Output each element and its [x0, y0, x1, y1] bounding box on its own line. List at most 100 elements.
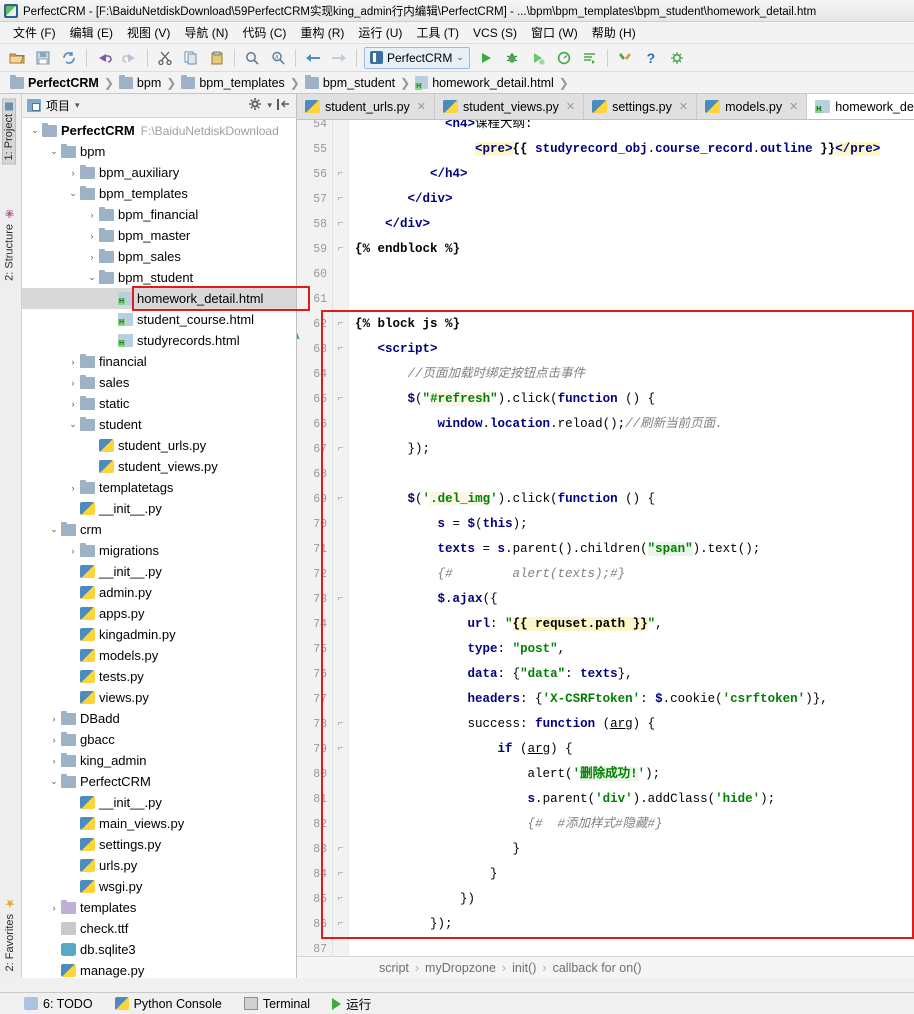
tree-item-manage-py[interactable]: manage.py	[22, 960, 296, 978]
code-line-85[interactable]: })	[349, 887, 914, 912]
status-run[interactable]: 运行	[332, 994, 371, 1013]
tree-item-dbadd[interactable]: › DBadd	[22, 708, 296, 729]
code-line-82[interactable]: {# #添加样式#隐藏#}	[349, 812, 914, 837]
code-line-64[interactable]: //页面加载时绑定按钮点击事件	[349, 362, 914, 387]
close-icon[interactable]: ✕	[789, 100, 798, 113]
code-line-81[interactable]: s.parent('div').addClass('hide');	[349, 787, 914, 812]
menu-edit[interactable]: 编辑 (E)	[63, 22, 120, 43]
menu-navigate[interactable]: 导航 (N)	[177, 22, 235, 43]
tree-item-tests-py[interactable]: tests.py	[22, 666, 296, 687]
save-all-icon[interactable]	[31, 47, 55, 69]
gear-chevron-icon[interactable]: ▾	[267, 100, 272, 111]
profile-icon[interactable]	[552, 47, 576, 69]
tree-item-bpm-student[interactable]: ⌄ bpm_student	[22, 267, 296, 288]
tree-item-bpm-financial[interactable]: › bpm_financial	[22, 204, 296, 225]
help-icon[interactable]: ?	[639, 47, 663, 69]
tree-item-studyrecords-html[interactable]: studyrecords.html	[22, 330, 296, 351]
tree-item-sales[interactable]: › sales	[22, 372, 296, 393]
menu-run[interactable]: 运行 (U)	[351, 22, 409, 43]
fold-marker-icon[interactable]: ⌐	[333, 312, 348, 337]
tree-item-homework-detail-html[interactable]: homework_detail.html	[22, 288, 296, 309]
fold-marker-icon[interactable]: ⌐	[333, 837, 348, 862]
tree-item-bpm-sales[interactable]: › bpm_sales	[22, 246, 296, 267]
fold-marker-icon[interactable]: ⌐	[333, 712, 348, 737]
chevron-right-icon[interactable]: ›	[66, 399, 80, 409]
tree-item-king-admin[interactable]: › king_admin	[22, 750, 296, 771]
menu-tools[interactable]: 工具 (T)	[409, 22, 466, 43]
tree-item-crm[interactable]: ⌄ crm	[22, 519, 296, 540]
fold-marker-icon[interactable]: ⌐	[333, 862, 348, 887]
fold-marker-icon[interactable]: ⌐	[333, 912, 348, 937]
debug-icon[interactable]	[500, 47, 524, 69]
editor-crumb-init[interactable]: init()	[512, 961, 536, 975]
forward-icon[interactable]	[327, 47, 351, 69]
menu-window[interactable]: 窗口 (W)	[524, 22, 585, 43]
gear-icon[interactable]	[248, 97, 262, 114]
chevron-down-icon[interactable]: ⌄	[47, 524, 61, 535]
editor-crumb-mydropzone[interactable]: myDropzone	[425, 961, 496, 975]
code-line-65[interactable]: $("#refresh").click(function () {	[349, 387, 914, 412]
tree-item-db-sqlite3[interactable]: db.sqlite3	[22, 939, 296, 960]
tree-item-admin-py[interactable]: admin.py	[22, 582, 296, 603]
tree-item-bpm-auxiliary[interactable]: › bpm_auxiliary	[22, 162, 296, 183]
paste-icon[interactable]	[205, 47, 229, 69]
chevron-down-icon[interactable]: ⌄	[66, 419, 80, 430]
code-line-58[interactable]: </div>	[349, 212, 914, 237]
menu-view[interactable]: 视图 (V)	[120, 22, 177, 43]
breadcrumb-item-bpm-student[interactable]: bpm_student	[301, 74, 399, 91]
tree-item-bpm-master[interactable]: › bpm_master	[22, 225, 296, 246]
code-line-71[interactable]: texts = s.parent().children("span").text…	[349, 537, 914, 562]
chevron-right-icon[interactable]: ›	[47, 735, 61, 745]
code-line-72[interactable]: {# alert(texts);#}	[349, 562, 914, 587]
tree-item-check-ttf[interactable]: check.ttf	[22, 918, 296, 939]
breadcrumb-item-homework-detail[interactable]: homework_detail.html	[411, 75, 558, 91]
status-python-console[interactable]: Python Console	[114, 997, 222, 1011]
menu-vcs[interactable]: VCS (S)	[466, 24, 524, 42]
code-line-74[interactable]: url: "{{ requset.path }}",	[349, 612, 914, 637]
code-line-78[interactable]: success: function (arg) {	[349, 712, 914, 737]
code-text[interactable]: <h4>课程大纲: <pre>{{ studyrecord_obj.course…	[349, 120, 914, 956]
chevron-right-icon[interactable]: ›	[85, 252, 99, 262]
editor-tab-settings-py[interactable]: settings.py ✕	[584, 94, 698, 119]
tool-window-button-favorites[interactable]: 2: Favorites ★	[3, 893, 17, 974]
code-line-61[interactable]	[349, 287, 914, 312]
tree-item-models-py[interactable]: models.py	[22, 645, 296, 666]
code-line-55[interactable]: <pre>{{ studyrecord_obj.course_record.ou…	[349, 137, 914, 162]
tree-item-perfectcrm[interactable]: ⌄ PerfectCRM	[22, 771, 296, 792]
code-line-75[interactable]: type: "post",	[349, 637, 914, 662]
settings-icon[interactable]	[665, 47, 689, 69]
fold-marker-icon[interactable]: ⌐	[333, 587, 348, 612]
tool-window-button-project[interactable]: 1: Project	[2, 98, 16, 165]
tree-item-wsgi-py[interactable]: wsgi.py	[22, 876, 296, 897]
menu-file[interactable]: 文件 (F)	[6, 22, 63, 43]
code-line-84[interactable]: }	[349, 862, 914, 887]
tools-icon[interactable]	[613, 47, 637, 69]
editor-tab-student-urls-py[interactable]: student_urls.py ✕	[297, 94, 435, 119]
tree-item-templates[interactable]: › templates	[22, 897, 296, 918]
tree-item-settings-py[interactable]: settings.py	[22, 834, 296, 855]
tree-item--init-py[interactable]: __init__.py	[22, 498, 296, 519]
attach-icon[interactable]	[578, 47, 602, 69]
code-line-63[interactable]: <script>	[349, 337, 914, 362]
open-folder-icon[interactable]	[5, 47, 29, 69]
tree-item-student-course-html[interactable]: student_course.html	[22, 309, 296, 330]
code-line-62[interactable]: {% block js %}	[349, 312, 914, 337]
code-line-83[interactable]: }	[349, 837, 914, 862]
editor-crumb-callback[interactable]: callback for on()	[553, 961, 642, 975]
breadcrumb-item-bpm-templates[interactable]: bpm_templates	[177, 74, 288, 91]
tree-item--init-py[interactable]: __init__.py	[22, 792, 296, 813]
tree-item--init-py[interactable]: __init__.py	[22, 561, 296, 582]
code-line-79[interactable]: if (arg) {	[349, 737, 914, 762]
chevron-right-icon[interactable]: ›	[47, 903, 61, 913]
code-line-69[interactable]: $('.del_img').click(function () {	[349, 487, 914, 512]
chevron-right-icon[interactable]: ›	[85, 231, 99, 241]
tree-item-student-urls-py[interactable]: student_urls.py	[22, 435, 296, 456]
editor-crumb-script[interactable]: script	[379, 961, 409, 975]
find-icon[interactable]	[240, 47, 264, 69]
code-line-57[interactable]: </div>	[349, 187, 914, 212]
chevron-right-icon[interactable]: ›	[47, 756, 61, 766]
tree-item-migrations[interactable]: › migrations	[22, 540, 296, 561]
chevron-down-icon[interactable]: ⌄	[66, 188, 80, 199]
tree-item-gbacc[interactable]: › gbacc	[22, 729, 296, 750]
menu-help[interactable]: 帮助 (H)	[585, 22, 643, 43]
